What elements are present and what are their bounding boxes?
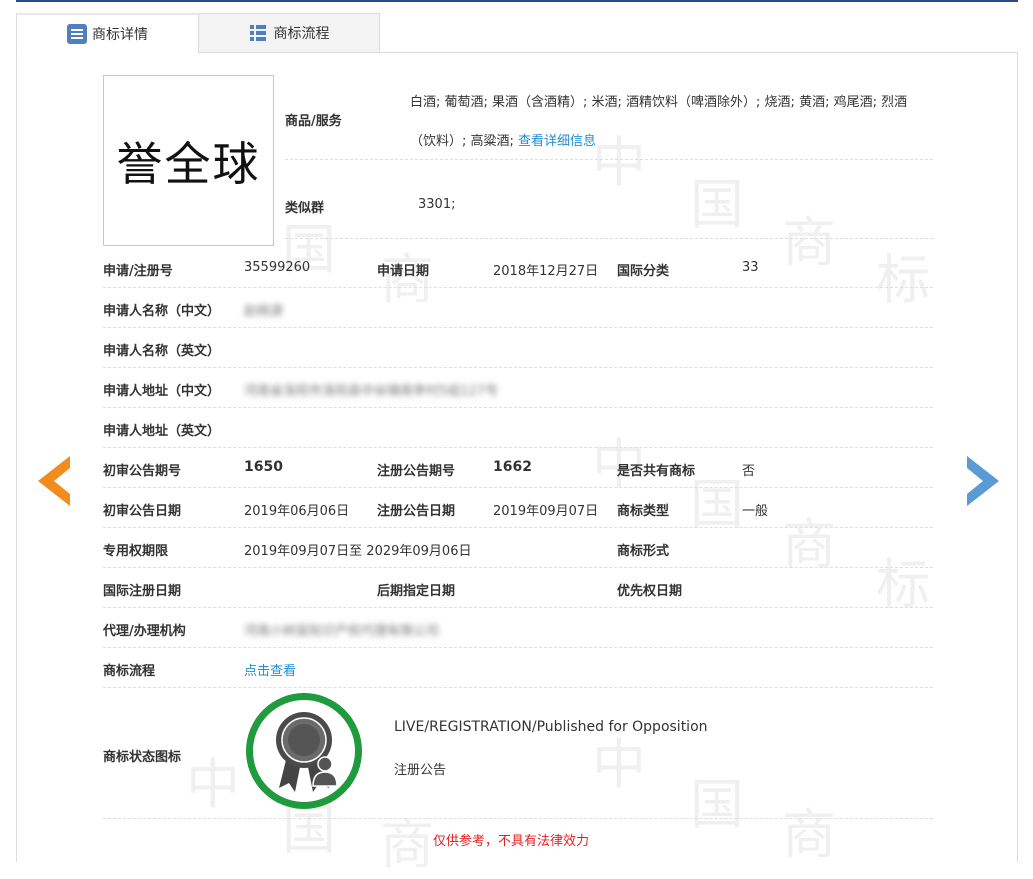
goods-services-text: （饮料）; 高粱酒;: [410, 134, 514, 149]
applicant-cn-label: 申请人名称（中文）: [103, 304, 221, 319]
view-details-link[interactable]: 查看详细信息: [518, 134, 596, 149]
row-divider: [103, 647, 933, 648]
exclusive-period-label: 专用权期限: [103, 544, 169, 559]
shared-value: 否: [742, 464, 756, 479]
tm-type-label: 商标类型: [617, 504, 670, 519]
tm-form-label: 商标形式: [617, 544, 670, 559]
row-divider: [103, 487, 933, 488]
applicant-cn-value: 赵桃源: [244, 304, 284, 319]
prelim-date-label: 初审公告日期: [103, 504, 182, 519]
row-divider: [103, 567, 933, 568]
row-divider: [103, 818, 933, 819]
trademark-logo-text: 誉全球: [116, 136, 261, 191]
row-divider: [103, 607, 933, 608]
intl-class-value: 33: [742, 260, 759, 275]
apply-date-label: 申请日期: [377, 264, 430, 279]
top-border-line: [16, 0, 1018, 2]
shared-label: 是否共有商标: [617, 464, 696, 479]
reg-no-value: 35599260: [244, 260, 311, 275]
row-divider: [285, 159, 933, 160]
previous-arrow-icon[interactable]: [38, 456, 72, 506]
tab-trademark-flow[interactable]: 商标流程: [199, 13, 380, 53]
row-divider: [103, 407, 933, 408]
award-certificate-icon: [276, 712, 338, 792]
later-desig-date-label: 后期指定日期: [377, 584, 456, 599]
intl-reg-date-label: 国际注册日期: [103, 584, 182, 599]
prelim-issue-value: 1650: [244, 459, 283, 475]
row-divider: [285, 238, 933, 239]
address-en-label: 申请人地址（英文）: [103, 424, 221, 439]
reg-date-label: 注册公告日期: [377, 504, 456, 519]
exclusive-period-value: 2019年09月07日至 2029年09月06日: [244, 544, 472, 559]
similar-group-value: 3301;: [418, 197, 456, 212]
reg-no-label: 申请/注册号: [103, 264, 173, 279]
row-divider: [103, 527, 933, 528]
flow-list-icon: [249, 23, 269, 43]
similar-group-label: 类似群: [285, 201, 325, 216]
status-icon-label: 商标状态图标: [103, 750, 182, 765]
detail-list-icon: [67, 24, 87, 44]
reg-issue-label: 注册公告期号: [377, 464, 456, 479]
row-divider: [103, 687, 933, 688]
row-divider: [103, 367, 933, 368]
address-cn-value: 河南省洛阳市洛阳县中谷镇南李村5组127号: [244, 384, 499, 399]
reg-date-value: 2019年09月07日: [493, 504, 599, 519]
registration-status-badge: [246, 693, 362, 809]
intl-class-label: 国际分类: [617, 264, 670, 279]
goods-services-line1: 白酒; 葡萄酒; 果酒（含酒精）; 米酒; 酒精饮料（啤酒除外）; 烧酒; 黄酒…: [410, 95, 908, 110]
apply-date-value: 2018年12月27日: [493, 264, 599, 279]
row-divider: [103, 327, 933, 328]
next-arrow-icon[interactable]: [965, 456, 999, 506]
tab-label: 商标详情: [92, 27, 148, 43]
reg-issue-value: 1662: [493, 459, 532, 475]
agency-label: 代理/办理机构: [103, 624, 186, 639]
prelim-issue-label: 初审公告期号: [103, 464, 182, 479]
applicant-en-label: 申请人名称（英文）: [103, 344, 221, 359]
disclaimer-text: 仅供参考，不具有法律效力: [433, 834, 590, 849]
tab-bar: 商标详情 商标流程: [16, 13, 1018, 54]
status-text-en: LIVE/REGISTRATION/Published for Oppositi…: [394, 719, 708, 735]
status-text-cn: 注册公告: [394, 763, 447, 778]
address-cn-label: 申请人地址（中文）: [103, 384, 221, 399]
view-flow-link[interactable]: 点击查看: [244, 660, 296, 679]
goods-services-label: 商品/服务: [285, 114, 342, 129]
flow-label: 商标流程: [103, 664, 156, 679]
tm-type-value: 一般: [742, 504, 769, 519]
tab-label: 商标流程: [273, 26, 330, 42]
trademark-image: 誉全球: [103, 75, 274, 246]
row-divider: [103, 447, 933, 448]
agency-value: 河南小树苗知识产权代理有限公司: [244, 624, 440, 639]
goods-services-line2: （饮料）; 高粱酒; 查看详细信息: [410, 130, 596, 149]
row-divider: [103, 287, 933, 288]
tab-trademark-details[interactable]: 商标详情: [16, 13, 199, 54]
priority-date-label: 优先权日期: [617, 584, 683, 599]
prelim-date-value: 2019年06月06日: [244, 504, 350, 519]
